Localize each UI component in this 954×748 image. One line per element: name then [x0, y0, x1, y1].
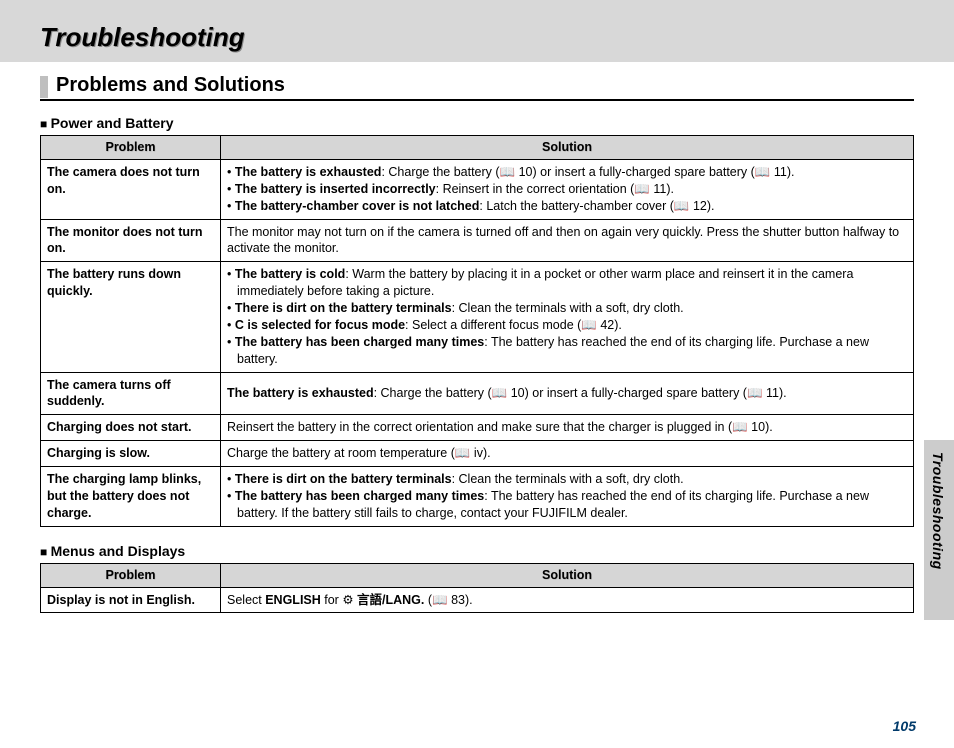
col-solution-header: Solution: [221, 136, 914, 160]
table-row: The monitor does not turn on.The monitor…: [41, 219, 914, 262]
power-table: Problem Solution The camera does not tur…: [40, 135, 914, 527]
col-solution-header: Solution: [221, 563, 914, 587]
table-row: Charging does not start.Reinsert the bat…: [41, 415, 914, 441]
problem-cell: Charging does not start.: [41, 415, 221, 441]
col-problem-header: Problem: [41, 563, 221, 587]
table-row: Charging is slow.Charge the battery at r…: [41, 441, 914, 467]
solution-cell: The battery is cold: Warm the battery by…: [221, 262, 914, 372]
solution-item: There is dirt on the battery terminals: …: [237, 471, 907, 488]
solution-cell: Charge the battery at room temperature (…: [221, 441, 914, 467]
subsection-menus-title: Menus and Displays: [40, 543, 914, 559]
solution-item: The battery is inserted incorrectly: Rei…: [237, 181, 907, 198]
table-row: The battery runs down quickly. The batter…: [41, 262, 914, 372]
menus-table: Problem Solution Display is not in Engli…: [40, 563, 914, 614]
problem-cell: The battery runs down quickly.: [41, 262, 221, 372]
solution-cell: There is dirt on the battery terminals: …: [221, 467, 914, 527]
problem-cell: The camera does not turn on.: [41, 159, 221, 219]
problem-cell: The charging lamp blinks, but the batter…: [41, 467, 221, 527]
table-row: Display is not in English.Select ENGLISH…: [41, 587, 914, 613]
solution-cell: Reinsert the battery in the correct orie…: [221, 415, 914, 441]
solution-cell: Select ENGLISH for ⚙ 言語/LANG. (📖 83).: [221, 587, 914, 613]
solution-item: C is selected for focus mode: Select a d…: [237, 317, 907, 334]
table-row: The charging lamp blinks, but the batter…: [41, 467, 914, 527]
solution-item: The battery has been charged many times:…: [237, 334, 907, 368]
solution-cell: The battery is exhausted: Charge the bat…: [221, 372, 914, 415]
solution-item: The battery-chamber cover is not latched…: [237, 198, 907, 215]
page-title: Troubleshooting: [40, 22, 245, 53]
problem-cell: Charging is slow.: [41, 441, 221, 467]
table-row: The camera turns off suddenly.The batter…: [41, 372, 914, 415]
problem-cell: The camera turns off suddenly.: [41, 372, 221, 415]
page-number: 105: [893, 718, 916, 734]
problem-cell: The monitor does not turn on.: [41, 219, 221, 262]
section-header: Problems and Solutions: [40, 74, 914, 101]
subsection-power-title: Power and Battery: [40, 115, 914, 131]
solution-item: The battery is exhausted: Charge the bat…: [237, 164, 907, 181]
solution-item: There is dirt on the battery terminals: …: [237, 300, 907, 317]
table-row: The camera does not turn on. The battery …: [41, 159, 914, 219]
problem-cell: Display is not in English.: [41, 587, 221, 613]
solution-item: The battery is cold: Warm the battery by…: [237, 266, 907, 300]
section-title: Problems and Solutions: [56, 74, 285, 99]
solution-cell: The monitor may not turn on if the camer…: [221, 219, 914, 262]
section-accent-bar: [40, 76, 48, 98]
setup-icon: ⚙: [342, 593, 353, 607]
solution-item: The battery has been charged many times:…: [237, 488, 907, 522]
solution-cell: The battery is exhausted: Charge the bat…: [221, 159, 914, 219]
side-label: Troubleshooting: [930, 452, 946, 570]
col-problem-header: Problem: [41, 136, 221, 160]
